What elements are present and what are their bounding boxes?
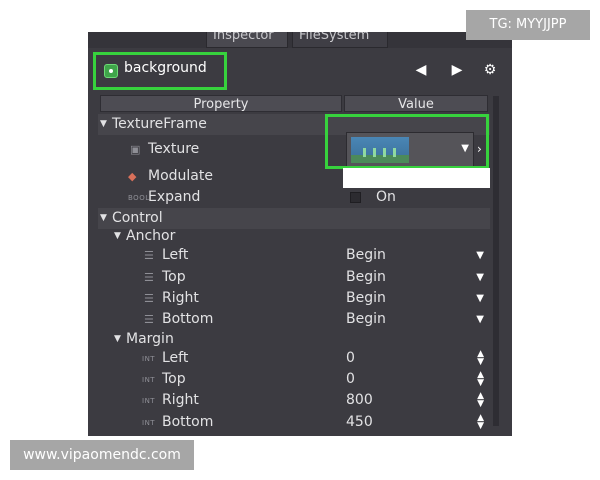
- number-value[interactable]: 800: [346, 390, 373, 411]
- property-row-expand: BOOL Expand On: [98, 187, 490, 208]
- property-row-anchor-top: ☰ Top Begin ▼: [98, 267, 490, 288]
- color-icon: ◆: [128, 170, 137, 183]
- property-label: Left: [162, 247, 189, 263]
- history-back-icon[interactable]: ◀: [412, 61, 430, 79]
- node-highlight-box: [93, 52, 227, 90]
- property-row-anchor-left: ☰ Left Begin ▼: [98, 245, 490, 266]
- property-row-margin-left: INT Left 0 ▲ ▼: [98, 348, 490, 369]
- texture-highlight-box: [325, 114, 489, 169]
- property-label: Right: [162, 392, 199, 408]
- enum-value[interactable]: Begin: [346, 245, 386, 266]
- dropdown-icon[interactable]: ▼: [476, 288, 484, 309]
- subsection-label: Margin: [126, 331, 174, 347]
- spinner-icon[interactable]: ▲ ▼: [477, 414, 484, 431]
- spinner-icon[interactable]: ▲ ▼: [477, 350, 484, 367]
- property-row-margin-bottom: INT Bottom 450 ▲ ▼: [98, 412, 490, 433]
- dropdown-icon[interactable]: ▼: [476, 309, 484, 330]
- inspector-panel: Inspector FileSystem background ◀ ▶ ⚙ Pr…: [88, 32, 512, 436]
- enum-value[interactable]: Begin: [346, 267, 386, 288]
- tab-inspector[interactable]: Inspector: [206, 32, 288, 48]
- expand-checkbox[interactable]: [350, 192, 361, 203]
- column-header-property: Property: [100, 95, 342, 112]
- int-type-icon: INT: [142, 397, 156, 405]
- expand-value: On: [376, 189, 396, 205]
- number-value[interactable]: 0: [346, 369, 355, 390]
- int-type-icon: INT: [142, 376, 156, 384]
- list-icon: ☰: [144, 271, 154, 284]
- property-label: Texture: [148, 141, 200, 157]
- image-icon: ▣: [130, 143, 141, 156]
- property-label: Top: [162, 371, 186, 387]
- tab-filesystem[interactable]: FileSystem: [292, 32, 388, 48]
- property-label: Left: [162, 350, 189, 366]
- property-row-margin-top: INT Top 0 ▲ ▼: [98, 369, 490, 390]
- spinner-icon[interactable]: ▲ ▼: [477, 371, 484, 388]
- collapse-triangle-icon: ▼: [114, 231, 121, 241]
- dock-tab-bar: Inspector FileSystem: [88, 32, 512, 48]
- int-type-icon: INT: [142, 419, 156, 427]
- property-table-header: Property Value: [100, 95, 488, 112]
- property-row-anchor-right: ☰ Right Begin ▼: [98, 288, 490, 309]
- property-row-anchor-bottom: ☰ Bottom Begin ▼: [98, 309, 490, 330]
- spinner-icon[interactable]: ▲ ▼: [477, 392, 484, 409]
- enum-value[interactable]: Begin: [346, 288, 386, 309]
- number-value[interactable]: 450: [346, 412, 373, 433]
- section-label: TextureFrame: [112, 116, 207, 132]
- collapse-triangle-icon: ▼: [100, 119, 107, 129]
- subsection-label: Anchor: [126, 228, 176, 244]
- collapse-triangle-icon: ▼: [114, 334, 121, 344]
- subsection-anchor[interactable]: ▼ Anchor: [98, 226, 490, 247]
- list-icon: ☰: [144, 313, 154, 326]
- dropdown-icon[interactable]: ▼: [476, 267, 484, 288]
- dropdown-icon[interactable]: ▼: [476, 245, 484, 266]
- corner-tag: TG: MYYJJPP: [466, 10, 590, 40]
- scrollbar[interactable]: [493, 96, 499, 426]
- property-label: Bottom: [162, 414, 214, 430]
- property-label: Bottom: [162, 311, 214, 327]
- number-value[interactable]: 0: [346, 348, 355, 369]
- property-label: Modulate: [148, 168, 213, 184]
- gear-icon[interactable]: ⚙: [481, 61, 499, 79]
- history-forward-icon[interactable]: ▶: [448, 61, 466, 79]
- int-type-icon: INT: [142, 355, 156, 363]
- enum-value[interactable]: Begin: [346, 309, 386, 330]
- bool-type-icon: BOOL: [128, 194, 150, 202]
- property-label: Top: [162, 269, 186, 285]
- list-icon: ☰: [144, 292, 154, 305]
- list-icon: ☰: [144, 249, 154, 262]
- property-label: Expand: [148, 189, 201, 205]
- property-row-margin-right: INT Right 800 ▲ ▼: [98, 390, 490, 411]
- column-header-value: Value: [344, 95, 488, 112]
- property-label: Right: [162, 290, 199, 306]
- subsection-margin[interactable]: ▼ Margin: [98, 329, 490, 350]
- watermark: www.vipaomendc.com: [10, 440, 194, 470]
- modulate-color-swatch[interactable]: [343, 168, 490, 188]
